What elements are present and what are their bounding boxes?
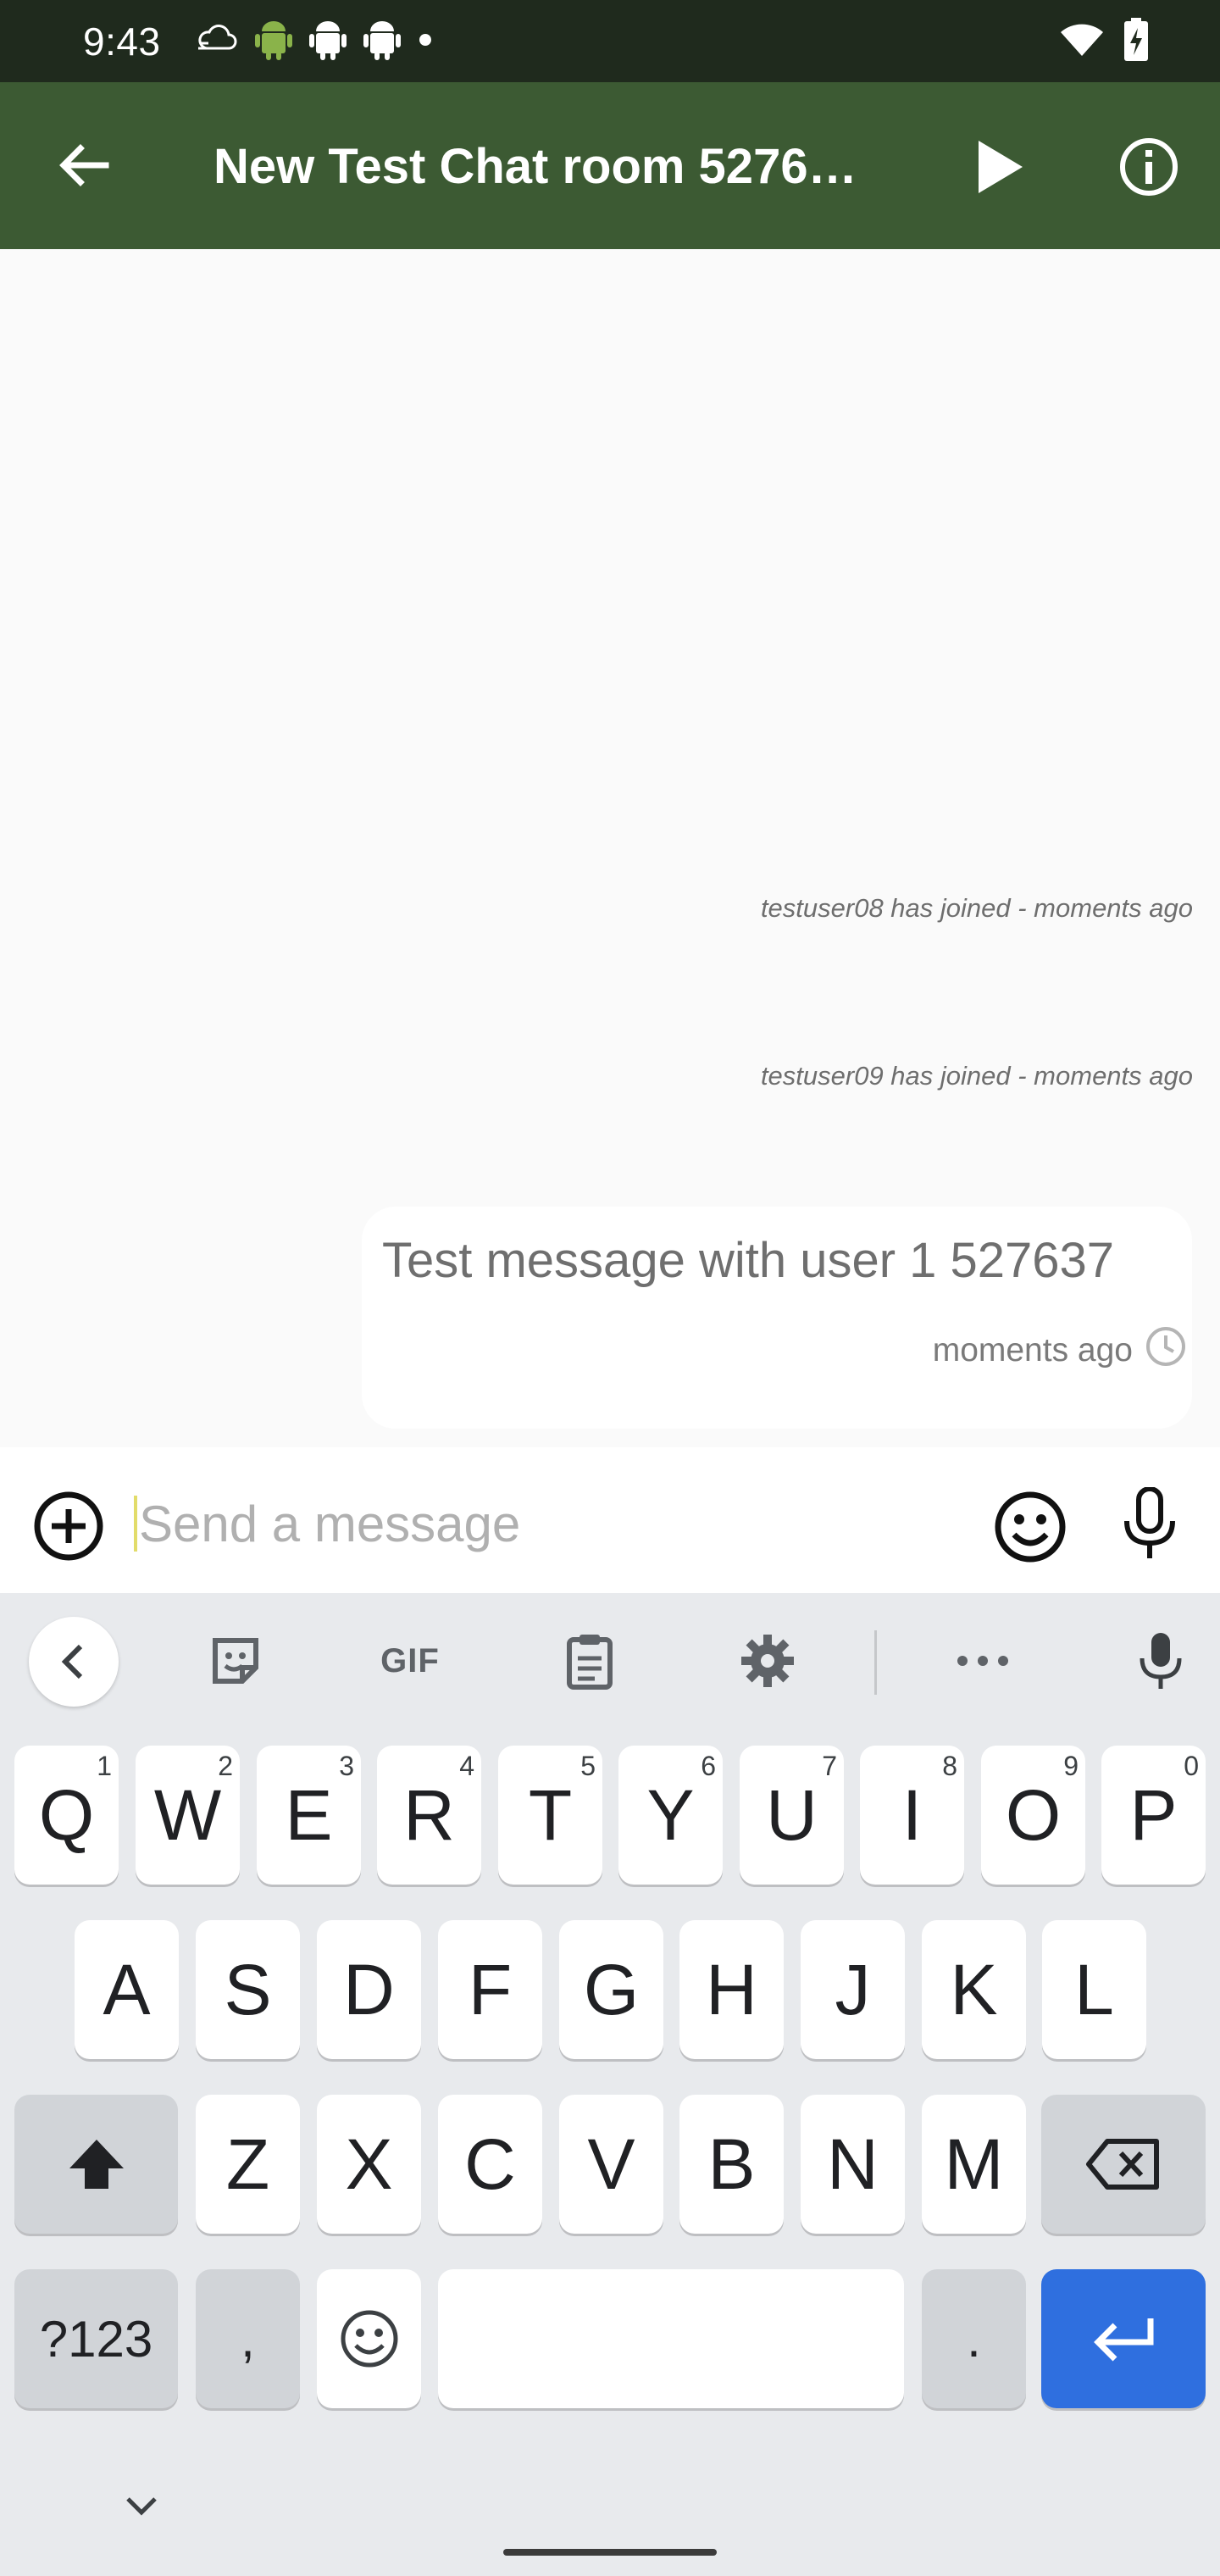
wifi-icon — [1059, 22, 1105, 62]
battery-charging-icon — [1123, 17, 1149, 66]
enter-key[interactable] — [1041, 2269, 1206, 2408]
back-button[interactable] — [49, 131, 117, 199]
symbols-key[interactable]: ?123 — [14, 2269, 178, 2408]
play-icon — [979, 141, 1023, 193]
gif-button[interactable]: GIF — [368, 1623, 452, 1699]
key-j[interactable]: J — [801, 1920, 905, 2059]
key-f[interactable]: F — [438, 1920, 542, 2059]
message-time: moments ago — [932, 1332, 1133, 1368]
key-g[interactable]: G — [559, 1920, 663, 2059]
hide-keyboard-button[interactable] — [112, 2484, 171, 2527]
key-r[interactable]: R4 — [377, 1746, 481, 1885]
backspace-icon — [1086, 2139, 1159, 2190]
backspace-key[interactable] — [1041, 2095, 1206, 2234]
sticker-button[interactable] — [193, 1623, 278, 1699]
play-button[interactable] — [964, 131, 1035, 203]
message-input[interactable] — [139, 1494, 901, 1553]
comma-key[interactable]: , — [196, 2269, 300, 2408]
key-q[interactable]: Q1 — [14, 1746, 119, 1885]
app-bar: New Test Chat room 5276… — [0, 82, 1220, 249]
gif-icon: GIF — [380, 1641, 440, 1679]
keyboard-toolbar-back-button[interactable] — [29, 1617, 119, 1707]
message-text: Test message with user 1 527637 — [382, 1233, 1115, 1288]
key-t[interactable]: T5 — [498, 1746, 602, 1885]
clipboard-icon — [567, 1635, 613, 1690]
key-a[interactable]: A — [75, 1920, 179, 2059]
key-p[interactable]: P0 — [1101, 1746, 1206, 1885]
key-u[interactable]: U7 — [740, 1746, 844, 1885]
key-y[interactable]: Y6 — [618, 1746, 723, 1885]
android-icon — [363, 18, 402, 66]
voice-record-button[interactable] — [1112, 1481, 1188, 1566]
settings-icon — [741, 1635, 794, 1687]
voice-typing-button[interactable] — [1118, 1623, 1203, 1699]
mic-icon — [1124, 1487, 1175, 1558]
dot-icon — [417, 31, 434, 53]
clock-icon — [1145, 1325, 1187, 1376]
key-n[interactable]: N — [801, 2095, 905, 2234]
mic-icon — [1140, 1633, 1182, 1689]
info-icon — [1120, 138, 1178, 196]
key-s[interactable]: S — [196, 1920, 300, 2059]
android-icon — [308, 18, 347, 66]
smiley-icon — [341, 2310, 397, 2368]
message-bubble[interactable]: Test message with user 1 527637 moments … — [362, 1207, 1192, 1429]
back-arrow-icon — [59, 144, 109, 186]
key-e[interactable]: E3 — [257, 1746, 361, 1885]
shift-key[interactable] — [14, 2095, 178, 2234]
composer-bar — [0, 1447, 1220, 1593]
emoji-key[interactable] — [317, 2269, 421, 2408]
key-x[interactable]: X — [317, 2095, 421, 2234]
chat-room-title: New Test Chat room 5276… — [214, 139, 857, 194]
status-icons-left — [195, 19, 434, 64]
message-list[interactable]: testuser08 has joined - moments ago test… — [0, 249, 1220, 1447]
key-z[interactable]: Z — [196, 2095, 300, 2234]
key-w[interactable]: W2 — [136, 1746, 240, 1885]
cloud-icon — [195, 23, 239, 61]
key-v[interactable]: V — [559, 2095, 663, 2234]
message-field[interactable] — [134, 1481, 964, 1566]
system-message: testuser09 has joined - moments ago — [760, 1061, 1193, 1091]
status-time: 9:43 — [83, 19, 161, 64]
period-key[interactable]: . — [922, 2269, 1026, 2408]
emoji-button[interactable] — [991, 1488, 1069, 1566]
key-i[interactable]: I8 — [860, 1746, 964, 1885]
more-icon — [957, 1656, 1008, 1666]
shift-icon — [69, 2140, 124, 2189]
key-l[interactable]: L — [1042, 1920, 1146, 2059]
keyboard-toolbar: GIF — [0, 1593, 1220, 1729]
text-cursor — [134, 1496, 137, 1552]
status-icons-right — [1059, 17, 1149, 66]
key-k[interactable]: K — [922, 1920, 1026, 2059]
smiley-icon — [995, 1491, 1066, 1563]
more-options-button[interactable] — [940, 1623, 1025, 1699]
info-button[interactable] — [1113, 131, 1184, 203]
attach-button[interactable] — [30, 1488, 107, 1564]
add-circle-icon — [34, 1491, 103, 1561]
message-meta: moments ago — [933, 1325, 1187, 1376]
chevron-down-icon — [126, 2497, 157, 2516]
android-icon — [254, 18, 293, 66]
keyboard-settings-button[interactable] — [725, 1623, 810, 1699]
key-h[interactable]: H — [679, 1920, 784, 2059]
key-b[interactable]: B — [679, 2095, 784, 2234]
space-key[interactable] — [438, 2269, 904, 2408]
clipboard-button[interactable] — [547, 1623, 632, 1699]
sticker-icon — [213, 1638, 258, 1684]
key-o[interactable]: O9 — [981, 1746, 1085, 1885]
enter-icon — [1094, 2318, 1154, 2362]
gesture-nav-handle[interactable] — [503, 2549, 717, 2556]
key-c[interactable]: C — [438, 2095, 542, 2234]
key-d[interactable]: D — [317, 1920, 421, 2059]
system-message: testuser08 has joined - moments ago — [760, 893, 1193, 923]
chevron-left-icon — [61, 1644, 83, 1679]
key-m[interactable]: M — [922, 2095, 1026, 2234]
soft-keyboard: GIF Q1 W2 E3 R4 T5 Y6 U7 I8 O9 P0 A S D … — [0, 1593, 1220, 2576]
status-bar: 9:43 — [0, 0, 1220, 82]
toolbar-divider — [874, 1630, 877, 1695]
